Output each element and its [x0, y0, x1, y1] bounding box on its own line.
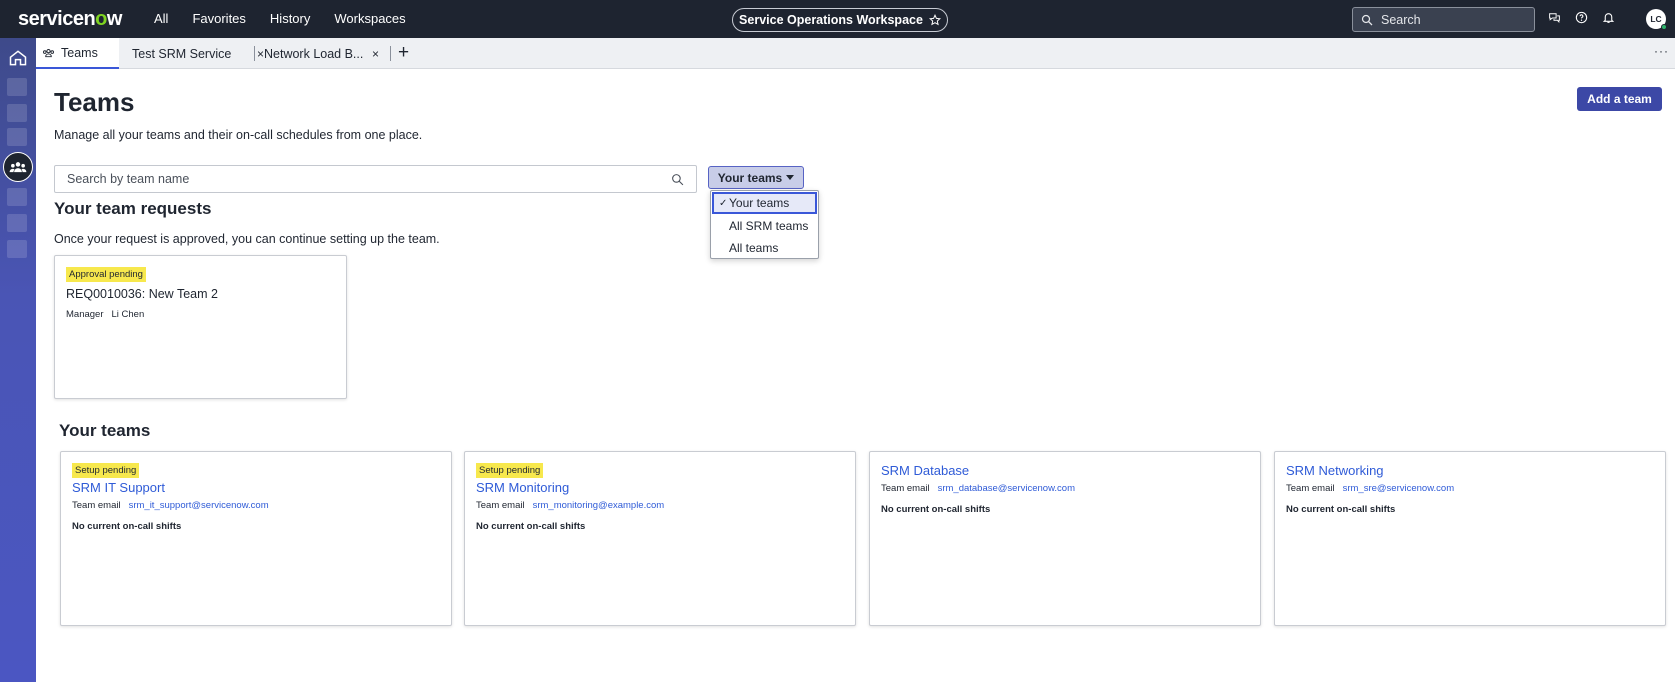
team-email-link[interactable]: srm_it_support@servicenow.com [129, 500, 269, 511]
left-rail [0, 38, 36, 682]
team-email-label: Team email [476, 500, 525, 511]
filter-option-all-srm-teams[interactable]: All SRM teams [712, 215, 817, 237]
status-badge: Approval pending [66, 267, 146, 282]
team-card[interactable]: SRM Networking Team email srm_sre@servic… [1274, 451, 1666, 626]
request-card[interactable]: Approval pending REQ0010036: New Team 2 … [54, 255, 347, 399]
rail-item-placeholder[interactable] [7, 188, 27, 206]
nav-workspaces[interactable]: Workspaces [334, 11, 405, 26]
tab-label: Network Load B... [264, 46, 364, 61]
team-email-row: Team email srm_sre@servicenow.com [1286, 483, 1454, 494]
rail-item-placeholder[interactable] [7, 214, 27, 232]
search-icon [1361, 14, 1373, 25]
tab-label: Teams [61, 45, 98, 60]
global-search-label: Search [1381, 12, 1421, 27]
rail-item-teams[interactable] [3, 152, 33, 182]
nav-history[interactable]: History [270, 11, 310, 26]
more-options-icon[interactable]: ··· [1654, 44, 1669, 58]
workspace-tabs: Teams Test SRM Service × Network Load B.… [36, 38, 1675, 69]
tab-label: Test SRM Service [132, 46, 232, 61]
page-subtitle: Manage all your teams and their on-call … [54, 128, 423, 142]
teams-icon [9, 162, 27, 173]
team-email-label: Team email [881, 483, 930, 494]
filter-option-all-teams[interactable]: All teams [712, 237, 817, 259]
team-email-link[interactable]: srm_sre@servicenow.com [1343, 483, 1455, 494]
team-email-label: Team email [1286, 483, 1335, 494]
top-header: servicenow All Favorites History Workspa… [0, 0, 1675, 38]
oncall-status: No current on-call shifts [72, 521, 182, 532]
team-email-row: Team email srm_monitoring@example.com [476, 500, 664, 511]
star-icon[interactable] [928, 14, 941, 26]
team-requests-subtitle: Once your request is approved, you can c… [54, 232, 440, 246]
nav-favorites[interactable]: Favorites [192, 11, 245, 26]
avatar-initials: LC [1650, 14, 1662, 24]
workspace-title: Service Operations Workspace [739, 13, 923, 27]
team-requests-heading: Your team requests [54, 199, 212, 218]
rail-item-placeholder[interactable] [7, 240, 27, 258]
filter-option-your-teams[interactable]: ✓ Your teams [712, 192, 817, 214]
manager-label: Manager [66, 309, 104, 320]
presence-dot [1661, 24, 1667, 30]
tab-test-srm-service[interactable]: Test SRM Service × [126, 38, 278, 69]
home-icon[interactable] [8, 48, 28, 68]
dropdown-selected-label: Your teams [717, 170, 783, 185]
team-filter-dropdown[interactable]: Your teams [708, 166, 804, 189]
top-nav: All Favorites History Workspaces [154, 11, 406, 26]
help-icon[interactable] [1575, 11, 1588, 24]
request-title: REQ0010036: New Team 2 [66, 287, 218, 301]
team-filter-menu: ✓ Your teams All SRM teams All teams [710, 190, 819, 259]
team-email-row: Team email srm_it_support@servicenow.com [72, 500, 269, 511]
check-icon: ✓ [719, 198, 728, 209]
oncall-status: No current on-call shifts [1286, 504, 1396, 515]
team-email-label: Team email [72, 500, 121, 511]
request-manager: Manager Li Chen [66, 309, 144, 320]
tab-teams[interactable]: Teams [36, 38, 119, 69]
team-card[interactable]: Setup pending SRM Monitoring Team email … [464, 451, 856, 626]
tab-divider [254, 46, 255, 61]
add-tab-button[interactable]: + [398, 42, 409, 64]
rail-item-placeholder[interactable] [7, 128, 27, 146]
nav-all[interactable]: All [154, 11, 168, 26]
caret-down-icon [786, 175, 795, 180]
option-label: Your teams [729, 196, 790, 210]
page-title: Teams [54, 87, 135, 117]
add-team-button[interactable]: Add a team [1577, 87, 1662, 111]
team-email-row: Team email srm_database@servicenow.com [881, 483, 1075, 494]
close-icon[interactable]: × [372, 47, 379, 61]
team-email-link[interactable]: srm_monitoring@example.com [533, 500, 665, 511]
servicenow-logo[interactable]: servicenow [18, 8, 122, 31]
option-label: All SRM teams [729, 219, 809, 233]
team-card[interactable]: Setup pending SRM IT Support Team email … [60, 451, 452, 626]
team-card[interactable]: SRM Database Team email srm_database@ser… [869, 451, 1261, 626]
oncall-status: No current on-call shifts [476, 521, 586, 532]
rail-item-placeholder[interactable] [7, 78, 27, 96]
status-badge: Setup pending [72, 463, 140, 478]
teams-tab-icon [43, 48, 54, 57]
user-avatar[interactable]: LC [1646, 9, 1667, 30]
workspace-selector[interactable]: Service Operations Workspace [732, 8, 948, 32]
header-icons [1548, 11, 1615, 24]
tab-divider [390, 46, 391, 61]
your-teams-heading: Your teams [59, 421, 151, 440]
main-content: Teams Manage all your teams and their on… [36, 69, 1675, 682]
team-name-link[interactable]: SRM IT Support [72, 480, 165, 495]
option-label: All teams [729, 241, 779, 255]
team-search-field[interactable] [54, 165, 697, 193]
manager-name: Li Chen [111, 309, 145, 320]
team-email-link[interactable]: srm_database@servicenow.com [938, 483, 1075, 494]
bell-icon[interactable] [1602, 11, 1615, 24]
team-name-link[interactable]: SRM Networking [1286, 463, 1384, 478]
tab-network-load-balancer[interactable]: Network Load B... × [258, 38, 396, 69]
rail-item-placeholder[interactable] [7, 104, 27, 122]
chat-icon[interactable] [1548, 11, 1561, 24]
oncall-status: No current on-call shifts [881, 504, 991, 515]
team-search-input[interactable] [67, 172, 647, 186]
team-name-link[interactable]: SRM Database [881, 463, 969, 478]
status-badge: Setup pending [476, 463, 544, 478]
team-name-link[interactable]: SRM Monitoring [476, 480, 569, 495]
global-search[interactable]: Search [1352, 7, 1535, 32]
search-icon[interactable] [671, 173, 684, 186]
